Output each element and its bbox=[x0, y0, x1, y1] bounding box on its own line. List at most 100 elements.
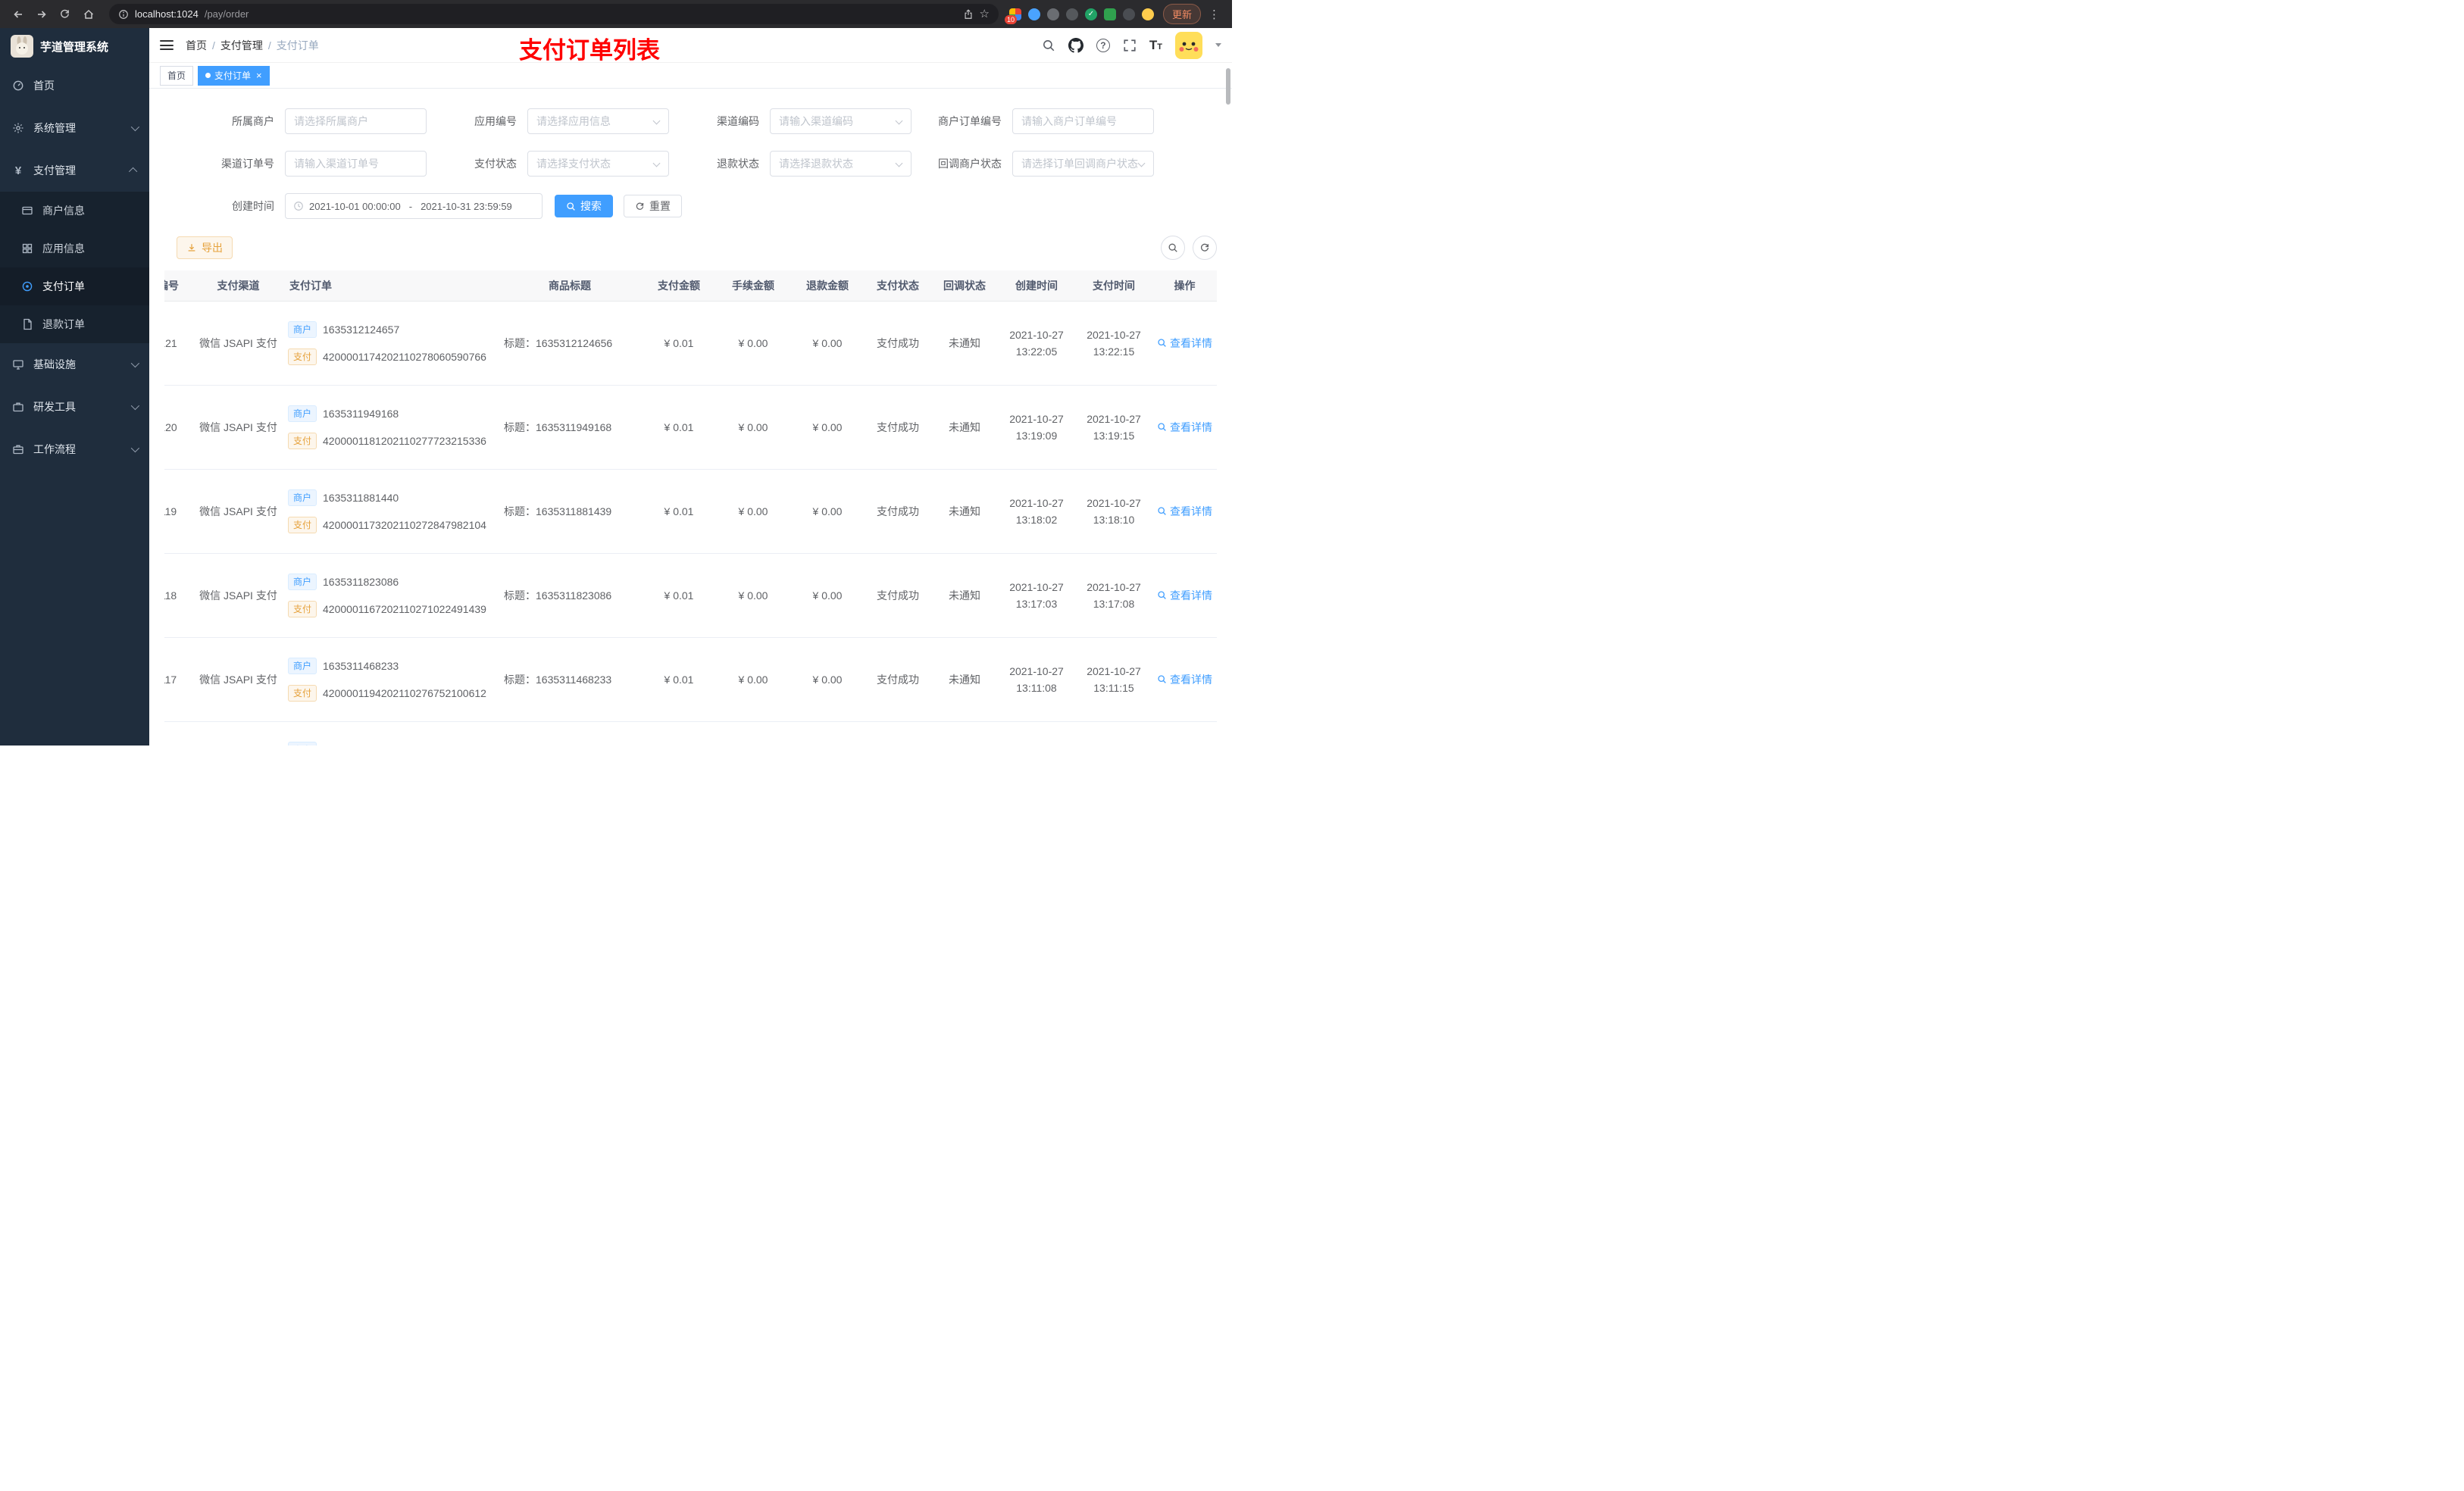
notify-status-select[interactable]: 请选择订单回调商户状态 bbox=[1012, 151, 1154, 177]
breadcrumb-section[interactable]: 支付管理 bbox=[220, 38, 263, 53]
view-detail-link[interactable]: 查看详情 bbox=[1157, 336, 1212, 351]
share-icon[interactable] bbox=[963, 8, 974, 20]
extension-icon[interactable] bbox=[1046, 8, 1059, 20]
view-detail-link[interactable]: 查看详情 bbox=[1157, 588, 1212, 603]
sidebar-item-label: 支付订单 bbox=[42, 280, 85, 292]
pay-submenu: 商户信息 应用信息 支付订单 退款订单 bbox=[0, 192, 149, 343]
fullscreen-icon[interactable] bbox=[1123, 39, 1137, 52]
filter-notify-status: 回调商户状态 请选择订单回调商户状态 bbox=[918, 151, 1154, 177]
view-detail-link[interactable]: 查看详情 bbox=[1157, 420, 1212, 435]
sidebar-item-devtool[interactable]: 研发工具 bbox=[0, 386, 149, 428]
app-logo: 芋道管理系统 bbox=[0, 28, 149, 64]
create-time-cell: 2021-10-27 13:18:02 bbox=[998, 469, 1075, 554]
extension-monkey-icon[interactable] bbox=[1141, 8, 1154, 20]
font-size-icon[interactable]: TT bbox=[1149, 38, 1162, 53]
date-end: 2021-10-31 23:59:59 bbox=[421, 200, 512, 212]
sidebar-item-home[interactable]: 首页 bbox=[0, 64, 149, 107]
extension-check-icon[interactable]: ✓ bbox=[1084, 8, 1097, 20]
sidebar-item-system[interactable]: 系统管理 bbox=[0, 107, 149, 149]
filter-row-3: 创建时间 2021-10-01 00:00:00 - 2021-10-31 23… bbox=[164, 193, 1217, 219]
create-time-cell: 2021-10-27 13:19:09 bbox=[998, 385, 1075, 470]
browser-forward-button[interactable] bbox=[31, 4, 52, 24]
filter-app: 应用编号 请选择应用信息 bbox=[433, 108, 669, 134]
tab-home[interactable]: 首页 bbox=[160, 65, 194, 86]
view-detail-link[interactable]: 查看详情 bbox=[1157, 672, 1212, 687]
order-id-cell: 120 bbox=[164, 385, 195, 470]
browser-reload-button[interactable] bbox=[55, 4, 75, 24]
toggle-search-button[interactable] bbox=[1161, 236, 1185, 260]
site-info-icon[interactable] bbox=[118, 9, 129, 20]
column-header-create-time: 创建时间 bbox=[998, 270, 1075, 302]
subject-cell bbox=[498, 721, 642, 746]
refund-amount-cell: ¥ 0.00 bbox=[790, 637, 865, 722]
search-icon[interactable] bbox=[1042, 39, 1055, 52]
order-no-cell: 商户1635311357968 支付 bbox=[282, 721, 498, 746]
card-icon bbox=[21, 205, 33, 217]
merchant-order-no-input[interactable] bbox=[1012, 108, 1154, 134]
help-icon[interactable]: ? bbox=[1096, 38, 1110, 52]
browser-back-button[interactable] bbox=[8, 4, 28, 24]
close-tab-icon[interactable]: × bbox=[256, 70, 262, 80]
table-row: 119 微信 JSAPI 支付 商户1635311881440 支付420000… bbox=[164, 469, 1217, 554]
pay-status-cell bbox=[865, 721, 931, 746]
sidebar-item-label: 首页 bbox=[33, 80, 55, 92]
browser-menu-icon[interactable]: ⋮ bbox=[1204, 8, 1224, 21]
sidebar-toggle-icon[interactable] bbox=[160, 40, 174, 50]
merchant-input[interactable] bbox=[285, 108, 427, 134]
sidebar-item-workflow[interactable]: 工作流程 bbox=[0, 428, 149, 470]
table-row: 117 微信 JSAPI 支付 商户1635311468233 支付420000… bbox=[164, 637, 1217, 722]
search-button[interactable]: 搜索 bbox=[555, 195, 613, 217]
avatar-caret-icon[interactable] bbox=[1215, 43, 1221, 47]
filter-label: 所属商户 bbox=[232, 115, 274, 127]
app-title: 芋道管理系统 bbox=[40, 40, 109, 54]
pay-amount-cell: ¥ 0.01 bbox=[642, 553, 716, 638]
gear-icon bbox=[12, 122, 24, 134]
sidebar-item-refund-order[interactable]: 退款订单 bbox=[0, 305, 149, 343]
browser-home-button[interactable] bbox=[78, 4, 98, 24]
bookmark-star-icon[interactable]: ☆ bbox=[980, 8, 990, 20]
notify-status-cell bbox=[931, 721, 998, 746]
extension-grid-icon[interactable]: 10 bbox=[1004, 8, 1021, 24]
column-header-pay-amount: 支付金额 bbox=[642, 270, 716, 302]
browser-extensions: 10 ✓ bbox=[1004, 8, 1154, 24]
grid-icon bbox=[21, 242, 33, 255]
pay-status-select[interactable]: 请选择支付状态 bbox=[527, 151, 669, 177]
tab-pay-order[interactable]: 支付订单 × bbox=[198, 65, 270, 86]
app-select[interactable]: 请选择应用信息 bbox=[527, 108, 669, 134]
order-no-cell: 商户 1635311949168 支付 4200001181202110277723… bbox=[282, 385, 498, 470]
yen-icon: ¥ bbox=[14, 164, 22, 177]
github-icon[interactable] bbox=[1068, 37, 1083, 53]
refund-status-select[interactable]: 请选择退款状态 bbox=[770, 151, 911, 177]
sidebar-item-pay[interactable]: ¥ 支付管理 bbox=[0, 149, 149, 192]
merchant-tag: 商户 bbox=[288, 573, 317, 590]
sidebar-item-infra[interactable]: 基础设施 bbox=[0, 343, 149, 386]
create-time-range-picker[interactable]: 2021-10-01 00:00:00 - 2021-10-31 23:59:5… bbox=[285, 193, 543, 219]
sidebar-item-label: 工作流程 bbox=[33, 443, 76, 455]
target-icon bbox=[21, 280, 33, 292]
export-button[interactable]: 导出 bbox=[177, 236, 233, 259]
extension-drop-icon[interactable] bbox=[1027, 8, 1040, 20]
user-avatar[interactable] bbox=[1175, 31, 1202, 59]
pay-status-cell: 支付成功 bbox=[865, 385, 931, 470]
browser-update-button[interactable]: 更新 bbox=[1162, 4, 1201, 24]
reset-button[interactable]: 重置 bbox=[624, 195, 682, 217]
url-bar[interactable]: localhost:1024/pay/order ☆ bbox=[109, 4, 999, 24]
extension-pin-icon[interactable] bbox=[1122, 8, 1135, 20]
page-content: 所属商户 应用编号 请选择应用信息 渠道编码 请输入渠道编码 商户订单编号 bbox=[149, 89, 1232, 746]
sidebar-item-app-info[interactable]: 应用信息 bbox=[0, 230, 149, 267]
page-scrollbar-thumb[interactable] bbox=[1226, 68, 1230, 105]
create-time-cell: 2021-10-27 13:11:08 bbox=[998, 637, 1075, 722]
channel-code-select[interactable]: 请输入渠道编码 bbox=[770, 108, 911, 134]
pay-status-cell: 支付成功 bbox=[865, 469, 931, 554]
notify-status-cell: 未通知 bbox=[931, 469, 998, 554]
view-detail-link[interactable]: 查看详情 bbox=[1157, 504, 1212, 519]
sidebar-item-pay-order[interactable]: 支付订单 bbox=[0, 267, 149, 305]
breadcrumb-home[interactable]: 首页 bbox=[186, 38, 207, 53]
sidebar-item-merchant-info[interactable]: 商户信息 bbox=[0, 192, 149, 230]
channel-order-no-input[interactable] bbox=[285, 151, 427, 177]
pay-amount-cell: ¥ 0.01 bbox=[642, 385, 716, 470]
order-no-cell: 商户 1635311823086 支付 4200001167202110271022… bbox=[282, 553, 498, 638]
extension-icon[interactable] bbox=[1065, 8, 1078, 20]
refresh-button[interactable] bbox=[1193, 236, 1217, 260]
extension-chat-icon[interactable] bbox=[1103, 8, 1116, 20]
